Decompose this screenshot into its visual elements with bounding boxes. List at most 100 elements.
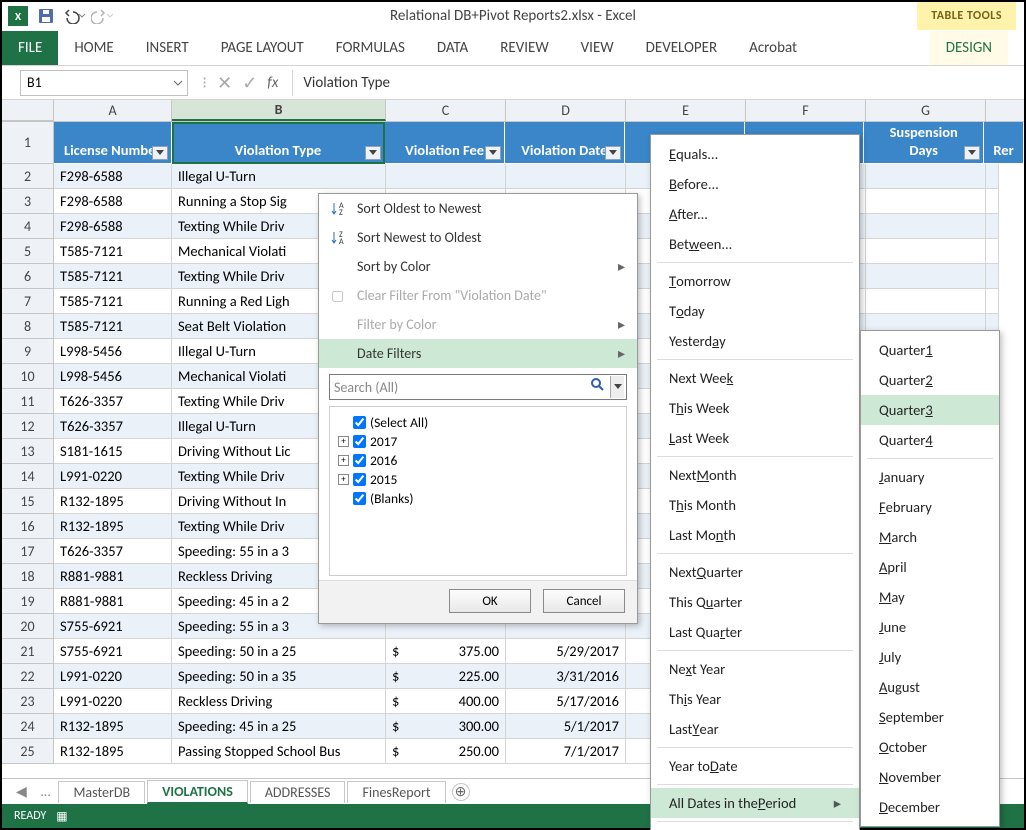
redo-icon[interactable] xyxy=(90,4,114,28)
col-c[interactable]: C xyxy=(386,100,506,121)
row-header[interactable]: 3 xyxy=(2,189,54,214)
period-item[interactable]: July xyxy=(861,642,999,672)
row-header[interactable]: 24 xyxy=(2,714,54,739)
cancel-x-icon[interactable]: ✕ xyxy=(217,72,232,94)
cell[interactable]: T585-7121 xyxy=(54,314,172,339)
tab-design[interactable]: DESIGN xyxy=(930,31,1008,65)
col-a[interactable]: A xyxy=(54,100,172,121)
filter-tree[interactable]: (Select All) +2017 +2016 +2015 (Blanks) xyxy=(329,406,627,576)
col-d[interactable]: D xyxy=(506,100,626,121)
cell[interactable]: F298-6588 xyxy=(54,214,172,239)
tab-file[interactable]: FILE xyxy=(2,31,58,65)
row-header[interactable]: 9 xyxy=(2,339,54,364)
cell[interactable]: T626-3357 xyxy=(54,539,172,564)
cell[interactable] xyxy=(866,189,986,214)
row-header[interactable]: 19 xyxy=(2,589,54,614)
undo-icon[interactable] xyxy=(62,4,86,28)
cell[interactable]: Illegal U-Turn xyxy=(172,164,386,189)
cell[interactable]: L998-5456 xyxy=(54,364,172,389)
row-header[interactable]: 14 xyxy=(2,464,54,489)
th-rer[interactable]: Rer xyxy=(984,122,1024,164)
period-item[interactable]: June xyxy=(861,612,999,642)
col-f[interactable]: F xyxy=(746,100,866,121)
tab-acrobat[interactable]: Acrobat xyxy=(733,31,813,65)
filter-dropdown-icon[interactable] xyxy=(485,146,501,160)
tab-review[interactable]: REVIEW xyxy=(484,31,564,65)
add-sheet-button[interactable]: ⊕ xyxy=(452,783,470,801)
period-item[interactable]: Quarter 2 xyxy=(861,365,999,395)
date-filter-item[interactable]: After... xyxy=(651,199,859,229)
date-filter-item[interactable]: All Dates in the Period▸ xyxy=(651,788,859,818)
tree-2016[interactable]: +2016 xyxy=(338,451,618,470)
cell[interactable]: L991-0220 xyxy=(54,664,172,689)
period-item[interactable]: Quarter 1 xyxy=(861,335,999,365)
period-item[interactable]: May xyxy=(861,582,999,612)
row-header[interactable]: 23 xyxy=(2,689,54,714)
row-header[interactable]: 21 xyxy=(2,639,54,664)
sheet-nav-prev[interactable]: ◀ xyxy=(10,783,33,800)
row-header[interactable]: 2 xyxy=(2,164,54,189)
cell[interactable] xyxy=(986,164,999,189)
row-header[interactable]: 13 xyxy=(2,439,54,464)
name-box[interactable]: B1 xyxy=(20,70,188,96)
filter-dropdown-icon[interactable] xyxy=(964,146,980,160)
cell[interactable] xyxy=(866,214,986,239)
row-header[interactable]: 5 xyxy=(2,239,54,264)
sheet-violations[interactable]: VIOLATIONS xyxy=(147,780,248,804)
period-item[interactable]: February xyxy=(861,492,999,522)
cell[interactable]: Speeding: 50 in a 25 xyxy=(172,639,386,664)
tree-2017[interactable]: +2017 xyxy=(338,432,618,451)
cell[interactable]: Speeding: 45 in a 25 xyxy=(172,714,386,739)
cell[interactable]: L991-0220 xyxy=(54,464,172,489)
date-filter-item[interactable]: This Week xyxy=(651,393,859,423)
tab-formulas[interactable]: FORMULAS xyxy=(320,31,421,65)
tab-home[interactable]: HOME xyxy=(58,31,129,65)
date-filter-item[interactable]: Next Year xyxy=(651,654,859,684)
row-header[interactable]: 10 xyxy=(2,364,54,389)
filter-dropdown-icon[interactable] xyxy=(365,146,381,160)
cell[interactable]: Speeding: 50 in a 35 xyxy=(172,664,386,689)
cell[interactable]: Reckless Driving xyxy=(172,689,386,714)
row-header[interactable]: 11 xyxy=(2,389,54,414)
row-header[interactable]: 20 xyxy=(2,614,54,639)
date-filter-item[interactable]: Last Quarter xyxy=(651,617,859,647)
cancel-button[interactable]: Cancel xyxy=(543,589,625,613)
date-filter-item[interactable]: Last Year xyxy=(651,714,859,744)
row-header[interactable]: 17 xyxy=(2,539,54,564)
row-header[interactable]: 8 xyxy=(2,314,54,339)
date-filter-item[interactable]: Tomorrow xyxy=(651,266,859,296)
cell[interactable]: T626-3357 xyxy=(54,414,172,439)
cell[interactable]: F298-6588 xyxy=(54,164,172,189)
tab-view[interactable]: VIEW xyxy=(565,31,630,65)
chevron-down-icon[interactable] xyxy=(610,376,624,398)
cell[interactable] xyxy=(986,239,999,264)
date-filter-item[interactable]: This Month xyxy=(651,490,859,520)
expand-icon[interactable]: + xyxy=(338,474,349,485)
filter-search[interactable]: Search (All) xyxy=(329,374,627,400)
row-header[interactable]: 16 xyxy=(2,514,54,539)
cell[interactable]: $400.00 xyxy=(386,689,506,714)
date-filter-item[interactable]: Yesterday xyxy=(651,326,859,356)
cell[interactable]: R881-9881 xyxy=(54,589,172,614)
row-header-1[interactable]: 1 xyxy=(2,122,54,164)
expand-icon[interactable]: + xyxy=(338,436,349,447)
cell[interactable]: L991-0220 xyxy=(54,689,172,714)
cell[interactable]: 3/31/2016 xyxy=(506,664,626,689)
sort-newest-oldest[interactable]: ZA Sort Newest to Oldest xyxy=(319,223,637,252)
cell[interactable]: S755-6921 xyxy=(54,614,172,639)
date-filter-item[interactable]: Next Month xyxy=(651,460,859,490)
cell[interactable]: 7/1/2017 xyxy=(506,739,626,764)
cell[interactable] xyxy=(986,264,999,289)
period-item[interactable]: January xyxy=(861,462,999,492)
tab-developer[interactable]: DEVELOPER xyxy=(630,31,734,65)
date-filter-item[interactable]: Last Week xyxy=(651,423,859,453)
period-item[interactable]: September xyxy=(861,702,999,732)
cell[interactable]: T626-3357 xyxy=(54,389,172,414)
cell[interactable]: Passing Stopped School Bus xyxy=(172,739,386,764)
sheet-finesreport[interactable]: FinesReport xyxy=(347,781,445,803)
row-header[interactable]: 4 xyxy=(2,214,54,239)
cell[interactable] xyxy=(386,164,506,189)
row-header[interactable]: 7 xyxy=(2,289,54,314)
cell[interactable]: S755-6921 xyxy=(54,639,172,664)
cell[interactable]: 5/1/2017 xyxy=(506,714,626,739)
